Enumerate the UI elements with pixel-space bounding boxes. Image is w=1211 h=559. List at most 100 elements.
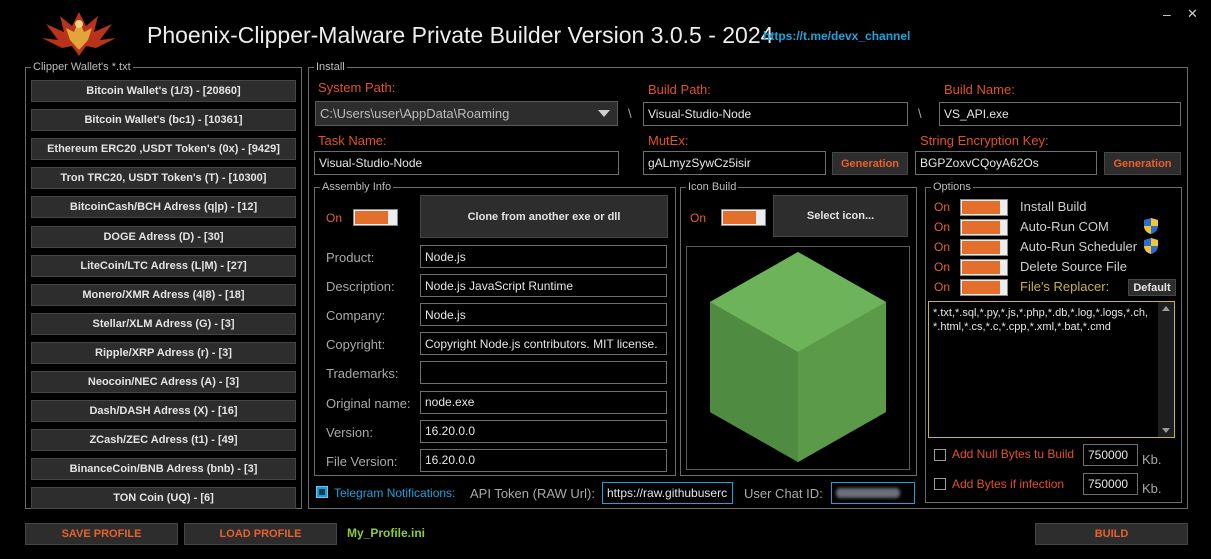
build-name-label: Build Name: [944,82,1015,97]
option-toggle-state: On [934,260,951,274]
assembly-field-input[interactable]: 16.20.0.0 [420,448,667,472]
options-title: Options [931,180,973,194]
null-bytes-label: Add Null Bytes tu Build [952,447,1075,461]
nodejs-hexagon-icon [710,252,886,462]
minimize-icon[interactable]: – [1163,6,1171,22]
icon-preview [686,246,910,470]
toggle-fill [723,211,756,224]
assembly-field-input[interactable]: node.exe [420,390,667,414]
profile-filename: My_Profile.ini [347,526,426,540]
icon-toggle-label: On [690,211,707,225]
toggle-fill [962,221,1000,234]
option-toggle-state: On [934,240,951,254]
assembly-field-input[interactable]: Node.js [420,303,667,327]
wallet-button[interactable]: Dash/DASH Adress (X) - [16] [31,400,296,423]
encryption-key-label: String Encryption Key: [920,133,1049,148]
infection-bytes-checkbox[interactable] [934,478,946,490]
wallet-button[interactable]: Ethereum ERC20 ,USDT Token's (0x) - [942… [31,138,296,161]
window-title: Phoenix-Clipper-Malware Private Builder … [147,22,774,48]
option-toggle-label: Install Build [1020,199,1087,214]
build-button[interactable]: BUILD [1035,523,1188,545]
assembly-field-input[interactable]: Node.js JavaScript Runtime [420,274,667,298]
default-button[interactable]: Default [1128,279,1176,296]
chat-id-input[interactable] [831,482,915,504]
path-separator: \ [628,106,632,121]
null-bytes-unit: Kb. [1142,452,1162,467]
path-separator-2: \ [918,106,922,121]
wallet-button[interactable]: BitcoinCash/BCH Adress (q|p) - [12] [31,196,296,219]
select-icon-button[interactable]: Select icon... [773,195,908,237]
assembly-field-input[interactable]: 16.20.0.0 [420,419,667,443]
clone-exe-button[interactable]: Clone from another exe or dll [420,195,668,238]
toggle-fill [355,211,388,224]
wallet-button[interactable]: Bitcoin Wallet's (1/3) - [20860] [31,80,296,102]
wallet-button[interactable]: Ripple/XRP Adress (r) - [3] [31,341,296,364]
assembly-toggle[interactable] [353,209,398,226]
wallet-button[interactable]: LiteCoin/LTC Adress (L|M) - [27] [31,254,296,277]
system-path-select[interactable]: C:\Users\user\AppData\Roaming [315,101,618,126]
wallet-button[interactable]: BinanceCoin/BNB Adress (bnb) - [3] [31,458,296,481]
toggle-fill [962,201,1000,214]
telegram-checkbox[interactable] [316,486,328,498]
assembly-field-input[interactable] [420,361,667,385]
build-path-label: Build Path: [648,82,711,97]
option-toggle-label: Delete Source File [1020,259,1127,274]
assembly-field-input[interactable]: Node.js [420,245,667,268]
null-bytes-checkbox[interactable] [934,449,946,461]
mutex-generation-button[interactable]: Generation [832,152,908,175]
system-path-label: System Path: [318,80,396,95]
option-toggle-label: Auto-Run Scheduler [1020,239,1138,254]
load-profile-button[interactable]: LOAD PROFILE [184,523,337,545]
telegram-channel-link[interactable]: https://t.me/devx_channel [763,29,910,43]
infection-bytes-label: Add Bytes if infection [952,477,1065,491]
toggle-fill [962,281,1000,294]
wallet-button[interactable]: Stellar/XLM Adress (G) - [3] [31,312,296,335]
uac-shield-icon [1143,217,1159,235]
option-toggle[interactable] [960,219,1008,236]
option-toggle-label: File's Replacer: [1020,279,1110,294]
option-toggle[interactable] [960,279,1008,296]
extensions-textarea[interactable]: *.txt,*.sql,*.py,*.js,*.php,*.db,*.log,*… [928,301,1175,438]
chat-id-label: User Chat ID: [744,486,823,501]
task-name-label: Task Name: [318,133,387,148]
assembly-field-label: File Version: [326,453,398,469]
key-generation-button[interactable]: Generation [1104,152,1181,175]
uac-shield-icon [1143,237,1159,255]
mutex-input[interactable]: gALmyzSywCz5isir [643,151,826,175]
wallet-button[interactable]: Monero/XMR Adress (4|8) - [18] [31,283,296,306]
option-toggle-state: On [934,220,951,234]
check-mark-icon [319,489,325,495]
assembly-field-label: Original name: [326,395,411,411]
wallet-button[interactable]: DOGE Adress (D) - [30] [31,225,296,248]
null-bytes-input[interactable]: 750000 [1083,444,1138,466]
icon-toggle[interactable] [721,209,766,226]
assembly-info-title: Assembly Info [320,180,394,194]
scroll-up-icon[interactable] [1162,306,1170,311]
assembly-field-input[interactable]: Copyright Node.js contributors. MIT lice… [420,332,667,356]
task-name-input[interactable]: Visual-Studio-Node [314,151,619,175]
close-icon[interactable]: ✕ [1187,6,1198,22]
extensions-scrollbar[interactable] [1158,302,1174,437]
assembly-field-label: Version: [326,424,373,440]
wallet-button[interactable]: Bitcoin Wallet's (bc1) - [10361] [31,109,296,132]
chat-id-redacted [836,488,900,498]
infection-bytes-unit: Kb. [1142,481,1162,496]
infection-bytes-input[interactable]: 750000 [1083,473,1138,495]
wallet-button[interactable]: Neocoin/NEC Adress (A) - [3] [31,371,296,393]
build-path-input[interactable]: Visual-Studio-Node [643,102,908,126]
encryption-key-input[interactable]: BGPZoxvCQoyA62Os [915,151,1097,175]
extensions-text: *.txt,*.sql,*.py,*.js,*.php,*.db,*.log,*… [933,307,1149,333]
wallet-button[interactable]: Tron TRC20, USDT Token's (T) - [10300] [31,167,296,190]
chevron-down-icon [598,110,610,117]
save-profile-button[interactable]: SAVE PROFILE [25,523,178,545]
option-toggle[interactable] [960,259,1008,276]
install-title: Install [314,60,347,74]
api-token-input[interactable]: https://raw.githubuserc [602,482,733,504]
wallet-button[interactable]: ZCash/ZEC Adress (t1) - [49] [31,429,296,452]
option-toggle[interactable] [960,239,1008,256]
scroll-down-icon[interactable] [1162,428,1170,433]
build-name-input[interactable]: VS_API.exe [939,102,1181,126]
option-toggle[interactable] [960,199,1008,216]
assembly-field-label: Trademarks: [326,366,399,382]
wallet-button[interactable]: TON Coin (UQ) - [6] [31,487,296,510]
